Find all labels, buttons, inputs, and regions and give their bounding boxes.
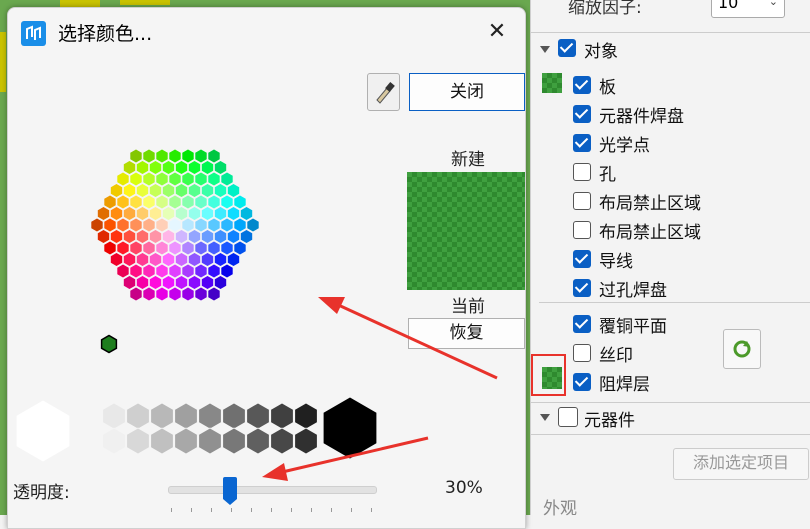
annotation-arrow — [277, 436, 429, 475]
annotation-arrowhead — [318, 297, 345, 314]
annotation-arrows — [262, 297, 498, 481]
annotation-arrowhead — [262, 463, 288, 481]
annotation-arrow — [333, 301, 498, 380]
